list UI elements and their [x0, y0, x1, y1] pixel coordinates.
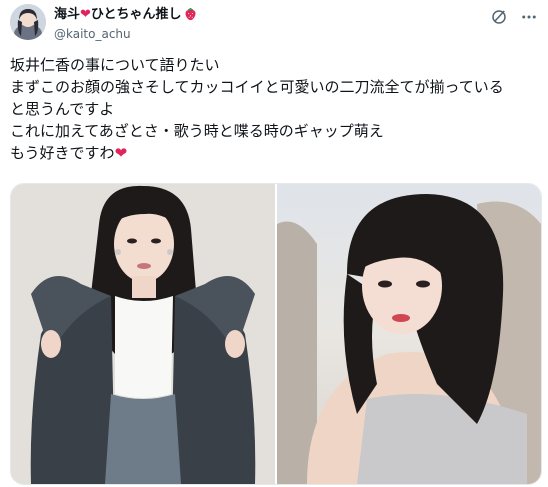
strawberry-icon [183, 6, 198, 26]
header-actions [490, 8, 538, 26]
photo-right[interactable] [277, 184, 541, 484]
tweet-header: 海斗❤ひとちゃん推し @kaito_achu [10, 4, 538, 44]
tweet-line-last: もう好きですわ❤ [10, 142, 540, 164]
tweet-line: と思うんですよ [10, 100, 115, 118]
user-handle[interactable]: @kaito_achu [54, 26, 198, 42]
slash-circle-icon[interactable] [490, 8, 508, 26]
more-dots-icon[interactable] [520, 8, 538, 26]
tweet-text: 坂井仁香の事について語りたい まずこのお顔の強さそしてカッコイイと可愛いの二刀流… [10, 54, 540, 164]
photo-left[interactable] [11, 184, 275, 484]
tweet-line: まずこのお顔の強さそしてカッコイイと可愛いの二刀流全てが揃っている [10, 78, 504, 96]
heart-icon: ❤ [80, 7, 91, 22]
display-name[interactable]: 海斗❤ひとちゃん推し [54, 6, 198, 26]
tweet-card: 海斗❤ひとちゃん推し @kaito_achu 坂井仁香の事について語りたい まず… [0, 0, 548, 487]
display-name-prefix: 海斗 [54, 7, 81, 22]
tweet-line: もう好きですわ [10, 144, 115, 162]
tweet-line: これに加えてあざとさ・歌う時と喋る時のギャップ萌え [10, 122, 384, 140]
user-info: 海斗❤ひとちゃん推し @kaito_achu [54, 6, 198, 42]
avatar[interactable] [10, 4, 46, 40]
tweet-line: 坂井仁香の事について語りたい [10, 56, 220, 74]
heart-icon: ❤ [114, 144, 128, 162]
media-grid [10, 183, 542, 485]
display-name-suffix: ひとちゃん推し [90, 7, 182, 22]
